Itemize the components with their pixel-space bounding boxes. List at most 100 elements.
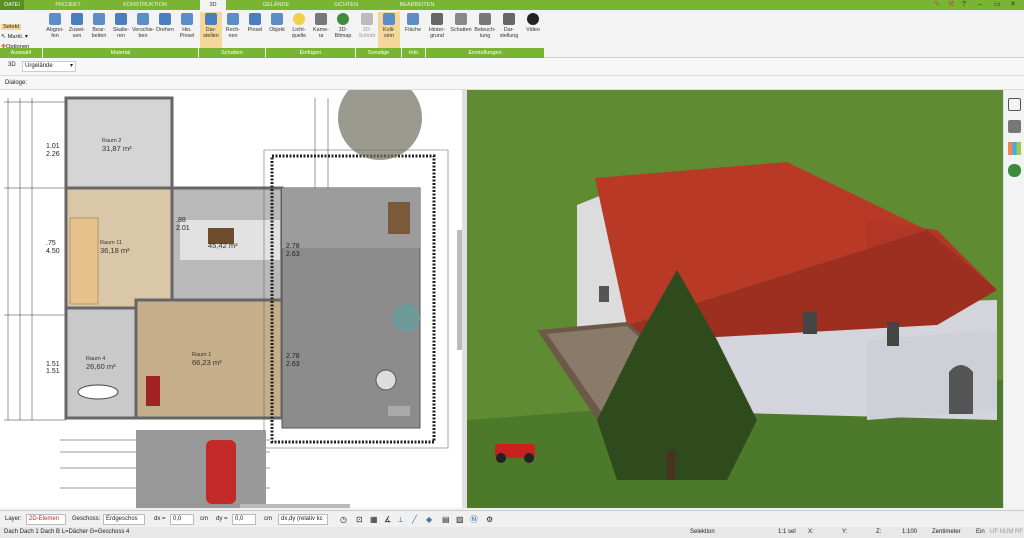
material-pick-button[interactable]: Abgrei- fen bbox=[44, 12, 66, 50]
select-label: Selekt bbox=[1, 24, 22, 30]
btn-label: Kame- ra bbox=[313, 27, 329, 39]
tool-icon[interactable]: ⚙ bbox=[486, 515, 493, 524]
snap-icon[interactable]: ⊡ bbox=[356, 515, 363, 524]
insert-object-button[interactable]: Objekt bbox=[266, 12, 288, 50]
section-3d-button[interactable]: 3D- Schnitt bbox=[356, 12, 378, 50]
layer-select[interactable]: 2D-Elemen bbox=[26, 514, 66, 525]
tab-sichten[interactable]: SICHTEN bbox=[328, 0, 364, 10]
mower-wheel bbox=[524, 453, 534, 463]
dx-input[interactable]: 0,0 bbox=[170, 514, 194, 525]
display-button[interactable]: Dar- stellung bbox=[498, 12, 520, 50]
btn-label: Fläche bbox=[404, 27, 422, 33]
collision-button[interactable]: Kolli- sion bbox=[378, 12, 400, 50]
tool-icon[interactable]: ⚒ bbox=[948, 0, 954, 10]
geschoss-select[interactable]: Erdgeschos bbox=[103, 514, 145, 525]
brush-icon bbox=[249, 13, 261, 25]
tab-gelaende[interactable]: GELÄNDE bbox=[256, 0, 296, 10]
key-flags: UF NUM RF bbox=[990, 529, 1023, 535]
minimize-icon[interactable]: – bbox=[978, 0, 982, 10]
tab-konstruktion[interactable]: KONSTRUKTION bbox=[110, 0, 180, 10]
n-icon[interactable]: Ⓝ bbox=[470, 515, 478, 524]
tab-3d[interactable]: 3D bbox=[200, 0, 226, 10]
background-button[interactable]: Hinter- grund bbox=[426, 12, 448, 50]
monitor-icon bbox=[503, 13, 515, 25]
pipette-icon bbox=[49, 13, 61, 25]
info-bar: Dach Dach 1 Dach B L=Dächer G=Geschoss 4… bbox=[0, 527, 1024, 538]
pin-icon[interactable]: ✎ bbox=[934, 0, 940, 10]
area-button[interactable]: Fläche bbox=[402, 12, 424, 50]
floor-plan-view[interactable]: Raum 2 31,87 m² Raum 11 36,18 m² Raum 4 … bbox=[0, 90, 462, 508]
btn-label: 3D- Bitmap bbox=[334, 27, 352, 39]
plan-horizontal-scrollbar[interactable] bbox=[240, 504, 350, 508]
geschoss-value: Erdgeschos bbox=[106, 516, 138, 522]
terrain-select[interactable]: Urgelände ▾ bbox=[22, 61, 76, 72]
calc-icon bbox=[227, 13, 239, 25]
driveway bbox=[136, 430, 266, 508]
house-annex-wall bbox=[867, 330, 997, 420]
maximize-icon[interactable]: ▭ bbox=[994, 0, 1001, 10]
selection-count: 1:1 sel bbox=[778, 529, 796, 535]
house-icon bbox=[431, 13, 443, 25]
insert-camera-button[interactable]: Kame- ra bbox=[310, 12, 332, 50]
shadow-brush-button[interactable]: Pinsel bbox=[244, 12, 266, 50]
ortho-icon[interactable]: ⟂ bbox=[398, 515, 403, 524]
shadow-calc-button[interactable]: Rech- nen bbox=[222, 12, 244, 50]
layer-value: 2D-Elemen bbox=[29, 516, 60, 522]
material-assign-button[interactable]: Zuwei- sen bbox=[66, 12, 88, 50]
ribbon: Selekt ↖ Markl. ▾ ✚Optionen Abgrei- fen … bbox=[0, 10, 1024, 58]
tab-datei[interactable]: DATEI bbox=[0, 0, 24, 10]
btn-label: Video bbox=[526, 27, 540, 33]
z-coordinate: Z: bbox=[876, 529, 882, 535]
group-schatten: Schatten bbox=[199, 48, 265, 58]
video-button[interactable]: Video bbox=[522, 12, 544, 50]
material-scale-button[interactable]: Skalie- ren bbox=[110, 12, 132, 50]
btn-label: Dar- stellen bbox=[203, 27, 219, 39]
dimension-label: .88 bbox=[176, 217, 186, 224]
x-coordinate: X: bbox=[808, 529, 814, 535]
coord-mode-select[interactable]: dx,dy (relativ kc bbox=[278, 514, 328, 525]
layers-icon[interactable] bbox=[1008, 98, 1021, 111]
dimension-label: 1.01 bbox=[46, 143, 60, 150]
lighting-button[interactable]: Beleuch- tung bbox=[474, 12, 496, 50]
tab-projekt[interactable]: PROJEKT bbox=[48, 0, 88, 10]
insert-bitmap-button[interactable]: 3D- Bitmap bbox=[332, 12, 354, 50]
angle-icon[interactable]: ∡ bbox=[384, 515, 391, 524]
clock-icon[interactable]: ◷ bbox=[340, 515, 347, 524]
staircase bbox=[69, 217, 99, 305]
fill-icon[interactable]: ▨ bbox=[456, 515, 464, 524]
cut-icon bbox=[361, 13, 373, 25]
dy-input[interactable]: 0,0 bbox=[232, 514, 256, 525]
mark-label: Markl. bbox=[7, 34, 24, 40]
mower-wheel bbox=[496, 453, 506, 463]
chair-icon[interactable] bbox=[1008, 120, 1021, 133]
material-edit-button[interactable]: Bear- beiten bbox=[88, 12, 110, 50]
3d-scene[interactable] bbox=[467, 90, 1003, 508]
tab-bearbeiten[interactable]: BEARBEITEN bbox=[392, 0, 442, 10]
ein-status: Ein bbox=[976, 529, 985, 535]
btn-label: Bear- beiten bbox=[91, 27, 107, 39]
room-1-area: 66,23 m² bbox=[192, 358, 222, 367]
mark-button[interactable]: ↖ Markl. ▾ bbox=[1, 32, 41, 42]
material-rotate-button[interactable]: Drehen bbox=[154, 12, 176, 50]
select-button[interactable]: Selekt bbox=[1, 22, 41, 32]
line-icon[interactable]: ╱ bbox=[412, 515, 417, 524]
palette-icon[interactable] bbox=[1008, 142, 1021, 155]
table-icon[interactable]: ▤ bbox=[442, 515, 450, 524]
group-material: Material bbox=[43, 48, 198, 58]
shadow-show-button[interactable]: Dar- stellen bbox=[200, 12, 222, 50]
dimension-label: 4.50 bbox=[46, 248, 60, 255]
close-icon[interactable]: ✕ bbox=[1010, 0, 1016, 10]
help-icon[interactable]: ? bbox=[962, 0, 966, 10]
wall-icon[interactable]: ◆ bbox=[426, 515, 432, 524]
3d-view[interactable] bbox=[467, 90, 1003, 508]
dialog-bar: Dialoge: bbox=[0, 76, 1024, 90]
material-brush-button[interactable]: Hin. Pinsel bbox=[176, 12, 198, 50]
tree-icon[interactable] bbox=[1008, 164, 1021, 177]
material-move-button[interactable]: Verschie- ben bbox=[132, 12, 154, 50]
grid-icon[interactable]: ▦ bbox=[370, 515, 378, 524]
tree-top-view bbox=[338, 90, 422, 160]
shadow-settings-button[interactable]: Schatten bbox=[450, 12, 472, 50]
insert-light-button[interactable]: Licht- quelle bbox=[288, 12, 310, 50]
floor-plan-canvas[interactable]: Raum 2 31,87 m² Raum 11 36,18 m² Raum 4 … bbox=[0, 90, 462, 508]
geschoss-label: Geschoss: bbox=[72, 516, 101, 522]
